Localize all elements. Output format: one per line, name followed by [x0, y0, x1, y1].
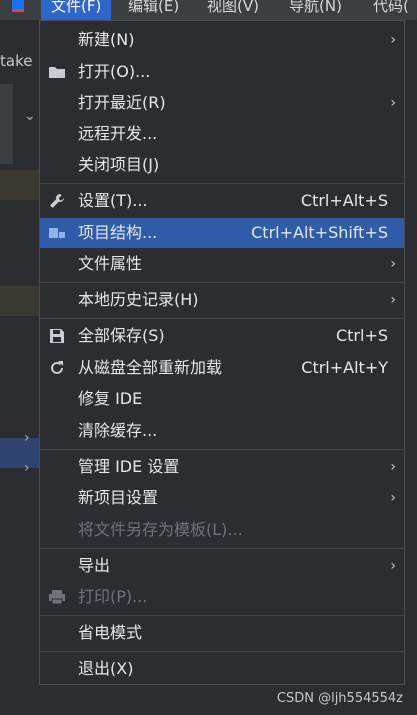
- menu-view[interactable]: 视图(V): [207, 0, 259, 20]
- menu-item-label: 新建(N): [78, 30, 135, 49]
- menu-item-label: 省电模式: [78, 623, 143, 642]
- menu-item-remote-dev[interactable]: 远程开发...: [40, 119, 404, 149]
- chevron-right-icon: ›: [390, 292, 396, 308]
- menu-separator: [40, 282, 404, 283]
- chevron-right-icon[interactable]: ›: [24, 430, 30, 446]
- menu-separator: [40, 548, 404, 549]
- menubar: 文件(F) 编辑(E) 视图(V) 导航(N) 代码(: [0, 0, 417, 20]
- menu-item-label: 从磁盘全部重新加载: [78, 358, 223, 377]
- chevron-right-icon: ›: [390, 558, 396, 574]
- menu-item-label: 关闭项目(J): [78, 155, 160, 174]
- printer-icon: [48, 589, 66, 605]
- shortcut-label: Ctrl+Alt+S: [300, 191, 388, 210]
- menu-item-open-recent[interactable]: 打开最近(R) ›: [40, 88, 404, 118]
- menu-item-manage-ide-settings[interactable]: 管理 IDE 设置 ›: [40, 452, 404, 482]
- menu-item-label: 退出(X): [78, 659, 134, 678]
- menu-item-label: 管理 IDE 设置: [78, 457, 180, 476]
- app-logo-icon: [0, 0, 38, 20]
- menu-item-label: 打开(O)...: [78, 62, 151, 81]
- menu-item-open[interactable]: 打开(O)...: [40, 57, 404, 87]
- menu-separator: [40, 183, 404, 184]
- chevron-right-icon: ›: [390, 32, 396, 48]
- ide-background-right: [404, 20, 417, 715]
- menu-item-close-project[interactable]: 关闭项目(J): [40, 150, 404, 180]
- menu-item-label: 设置(T)...: [78, 191, 148, 210]
- menu-item-label: 本地历史记录(H): [78, 290, 199, 309]
- menu-item-settings[interactable]: 设置(T)... Ctrl+Alt+S: [40, 186, 404, 216]
- menu-item-label: 导出: [78, 556, 111, 575]
- watermark: CSDN @ljh554554z: [276, 691, 403, 706]
- shortcut-label: Ctrl+S: [335, 326, 388, 345]
- menu-item-repair-ide[interactable]: 修复 IDE: [40, 384, 404, 414]
- chevron-right-icon[interactable]: ›: [24, 460, 30, 476]
- menu-item-save-all[interactable]: 全部保存(S) Ctrl+S: [40, 321, 404, 351]
- chevron-down-icon[interactable]: ⌄: [24, 108, 36, 124]
- menu-item-label: 修复 IDE: [78, 389, 143, 408]
- menu-item-label: 打开最近(R): [78, 93, 166, 112]
- selected-row: [0, 438, 40, 468]
- menu-item-label: 清除缓存...: [78, 421, 158, 440]
- menu-item-exit[interactable]: 退出(X): [40, 654, 404, 684]
- reload-icon: [48, 360, 66, 376]
- chevron-right-icon: ›: [390, 490, 396, 506]
- highlight-row: [0, 286, 40, 316]
- menu-separator: [40, 615, 404, 616]
- menu-navigate[interactable]: 导航(N): [289, 0, 342, 20]
- menu-separator: [40, 651, 404, 652]
- menu-item-label: 全部保存(S): [78, 326, 165, 345]
- project-structure-icon: [48, 225, 66, 241]
- folder-icon: [48, 64, 66, 80]
- tool-window-bar: [0, 84, 13, 164]
- chevron-right-icon: ›: [390, 256, 396, 272]
- menu-item-label: 将文件另存为模板(L)...: [78, 520, 243, 539]
- menu-item-reload-all[interactable]: 从磁盘全部重新加载 Ctrl+Alt+Y: [40, 353, 404, 383]
- menu-item-new[interactable]: 新建(N) ›: [40, 25, 404, 55]
- ide-background-left: take ⌄ › ›: [0, 20, 40, 715]
- menu-code[interactable]: 代码(: [373, 0, 409, 20]
- menu-item-label: 打印(P)...: [78, 587, 148, 606]
- menu-item-power-save-mode[interactable]: 省电模式: [40, 618, 404, 648]
- wrench-icon: [48, 193, 66, 209]
- menu-item-label: 远程开发...: [78, 124, 158, 143]
- menu-separator: [40, 318, 404, 319]
- menu-item-local-history[interactable]: 本地历史记录(H) ›: [40, 285, 404, 315]
- menu-item-new-project-settings[interactable]: 新项目设置 ›: [40, 483, 404, 513]
- menu-file[interactable]: 文件(F): [41, 0, 112, 20]
- menu-edit[interactable]: 编辑(E): [128, 0, 179, 20]
- menu-item-label: 文件属性: [78, 254, 143, 273]
- menu-item-file-properties[interactable]: 文件属性 ›: [40, 249, 404, 279]
- save-icon: [48, 328, 66, 344]
- chevron-right-icon: ›: [390, 459, 396, 475]
- menu-item-print[interactable]: 打印(P)...: [40, 582, 404, 612]
- menu-item-project-structure[interactable]: 项目结构... Ctrl+Alt+Shift+S: [40, 218, 404, 248]
- editor-tab[interactable]: take: [0, 52, 32, 70]
- menu-item-export[interactable]: 导出 ›: [40, 551, 404, 581]
- highlight-row: [0, 170, 40, 200]
- menu-item-label: 新项目设置: [78, 488, 159, 507]
- shortcut-label: Ctrl+Alt+Shift+S: [251, 223, 388, 242]
- chevron-right-icon: ›: [390, 95, 396, 111]
- shortcut-label: Ctrl+Alt+Y: [301, 358, 388, 377]
- menu-item-invalidate-caches[interactable]: 清除缓存...: [40, 416, 404, 446]
- menu-item-save-as-template[interactable]: 将文件另存为模板(L)...: [40, 515, 404, 545]
- file-menu-dropdown: 新建(N) › 打开(O)... 打开最近(R) › 远程开发... 关闭项目(…: [39, 20, 405, 685]
- menu-item-label: 项目结构...: [78, 223, 158, 242]
- menu-separator: [40, 449, 404, 450]
